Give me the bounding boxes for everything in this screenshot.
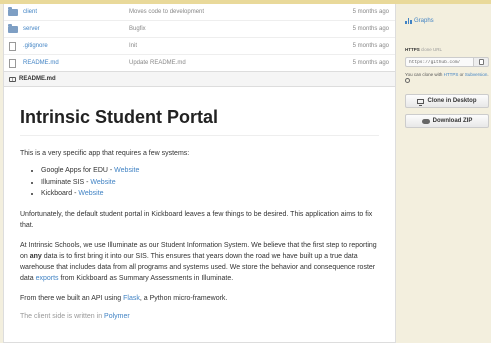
- paragraph-text: from Kickboard as Summary Assessments in…: [58, 274, 234, 282]
- paragraph-text: The client side is written in: [20, 312, 105, 320]
- graphs-label[interactable]: Graphs: [414, 18, 434, 24]
- file-row[interactable]: server Bugfix 5 months ago: [4, 21, 395, 38]
- file-row[interactable]: client Moves code to development 5 month…: [4, 4, 395, 21]
- file-age: 5 months ago: [352, 9, 389, 15]
- readme-paragraph: The client side is written in Polymer: [20, 311, 379, 322]
- file-name[interactable]: .gitignore: [23, 43, 129, 49]
- list-item: Google Apps for EDU - Website: [41, 165, 379, 177]
- system-name: Google Apps for EDU: [41, 167, 108, 174]
- paragraph-text: From there we built an API using: [20, 294, 124, 302]
- commit-message[interactable]: Update README.md: [129, 60, 349, 66]
- file-row[interactable]: README.md Update README.md 5 months ago: [4, 55, 395, 71]
- graphs-link[interactable]: Graphs: [405, 18, 434, 24]
- commit-message[interactable]: Init: [129, 43, 349, 49]
- list-item: Illuminate SIS - Website: [41, 177, 379, 189]
- copy-to-clipboard-button[interactable]: [474, 57, 489, 67]
- readme-header: README.md: [4, 72, 395, 87]
- download-zip-label: Download ZIP: [432, 118, 473, 124]
- readme-paragraph: At Intrinsic Schools, we use Illuminate …: [20, 240, 379, 284]
- file-name[interactable]: README.md: [23, 60, 129, 66]
- clone-note-text: .: [487, 72, 489, 77]
- cloud-download-icon: [421, 118, 430, 124]
- flask-link[interactable]: Flask: [123, 295, 140, 302]
- exports-link[interactable]: exports: [36, 275, 59, 282]
- system-website-link[interactable]: Website: [90, 179, 115, 186]
- folder-icon: [8, 6, 18, 16]
- file-age: 5 months ago: [352, 60, 389, 66]
- system-website-link[interactable]: Website: [78, 190, 103, 197]
- https-link[interactable]: HTTPS: [444, 72, 459, 77]
- readme-body: Intrinsic Student Portal This is a very …: [4, 106, 395, 322]
- readme-title: Intrinsic Student Portal: [20, 106, 379, 136]
- system-name: Illuminate SIS: [41, 178, 85, 186]
- download-zip-button[interactable]: Download ZIP: [405, 114, 489, 128]
- help-icon[interactable]: [405, 78, 410, 84]
- clone-in-desktop-label: Clone in Desktop: [427, 98, 477, 104]
- list-item: Kickboard - Website: [41, 188, 379, 200]
- readme-panel: README.md Intrinsic Student Portal This …: [3, 71, 396, 343]
- file-age: 5 months ago: [352, 43, 389, 49]
- readme-header-label: README.md: [19, 76, 56, 82]
- clone-url-label: HTTPS clone URL: [405, 47, 442, 52]
- file-name[interactable]: server: [23, 26, 129, 32]
- system-name: Kickboard: [41, 190, 73, 197]
- systems-list: Google Apps for EDU - Website Illuminate…: [20, 165, 379, 200]
- book-icon: [9, 76, 16, 82]
- file-icon: [9, 41, 16, 51]
- file-list: client Moves code to development 5 month…: [3, 4, 396, 72]
- subversion-link[interactable]: Subversion: [465, 72, 488, 77]
- system-website-link[interactable]: Website: [114, 167, 139, 174]
- file-name[interactable]: client: [23, 9, 129, 15]
- paragraph-text: , a Python micro-framework.: [139, 294, 228, 302]
- clone-note-text: You can clone with: [405, 72, 444, 77]
- graph-icon: [405, 18, 412, 24]
- file-age: 5 months ago: [352, 26, 389, 32]
- clone-url-box: [405, 57, 489, 67]
- clone-protocol: HTTPS: [405, 47, 420, 52]
- commit-message[interactable]: Bugfix: [129, 26, 349, 32]
- clipboard-icon: [478, 59, 484, 65]
- commit-message[interactable]: Moves code to development: [129, 9, 349, 15]
- readme-intro: This is a very specific app that require…: [20, 150, 190, 157]
- readme-paragraph: Unfortunately, the default student porta…: [20, 210, 373, 229]
- clone-in-desktop-button[interactable]: Clone in Desktop: [405, 94, 489, 108]
- file-icon: [9, 58, 16, 68]
- polymer-link[interactable]: Polymer: [104, 313, 130, 320]
- monitor-icon: [417, 98, 425, 106]
- clone-label-rest: clone URL: [419, 47, 443, 52]
- readme-paragraph: From there we built an API using Flask, …: [20, 293, 379, 304]
- clone-note: You can clone with HTTPS or Subversion.: [405, 72, 489, 84]
- clone-url-input[interactable]: [405, 57, 474, 67]
- folder-icon: [8, 23, 18, 33]
- paragraph-bold: any: [29, 252, 42, 260]
- file-row[interactable]: .gitignore Init 5 months ago: [4, 38, 395, 55]
